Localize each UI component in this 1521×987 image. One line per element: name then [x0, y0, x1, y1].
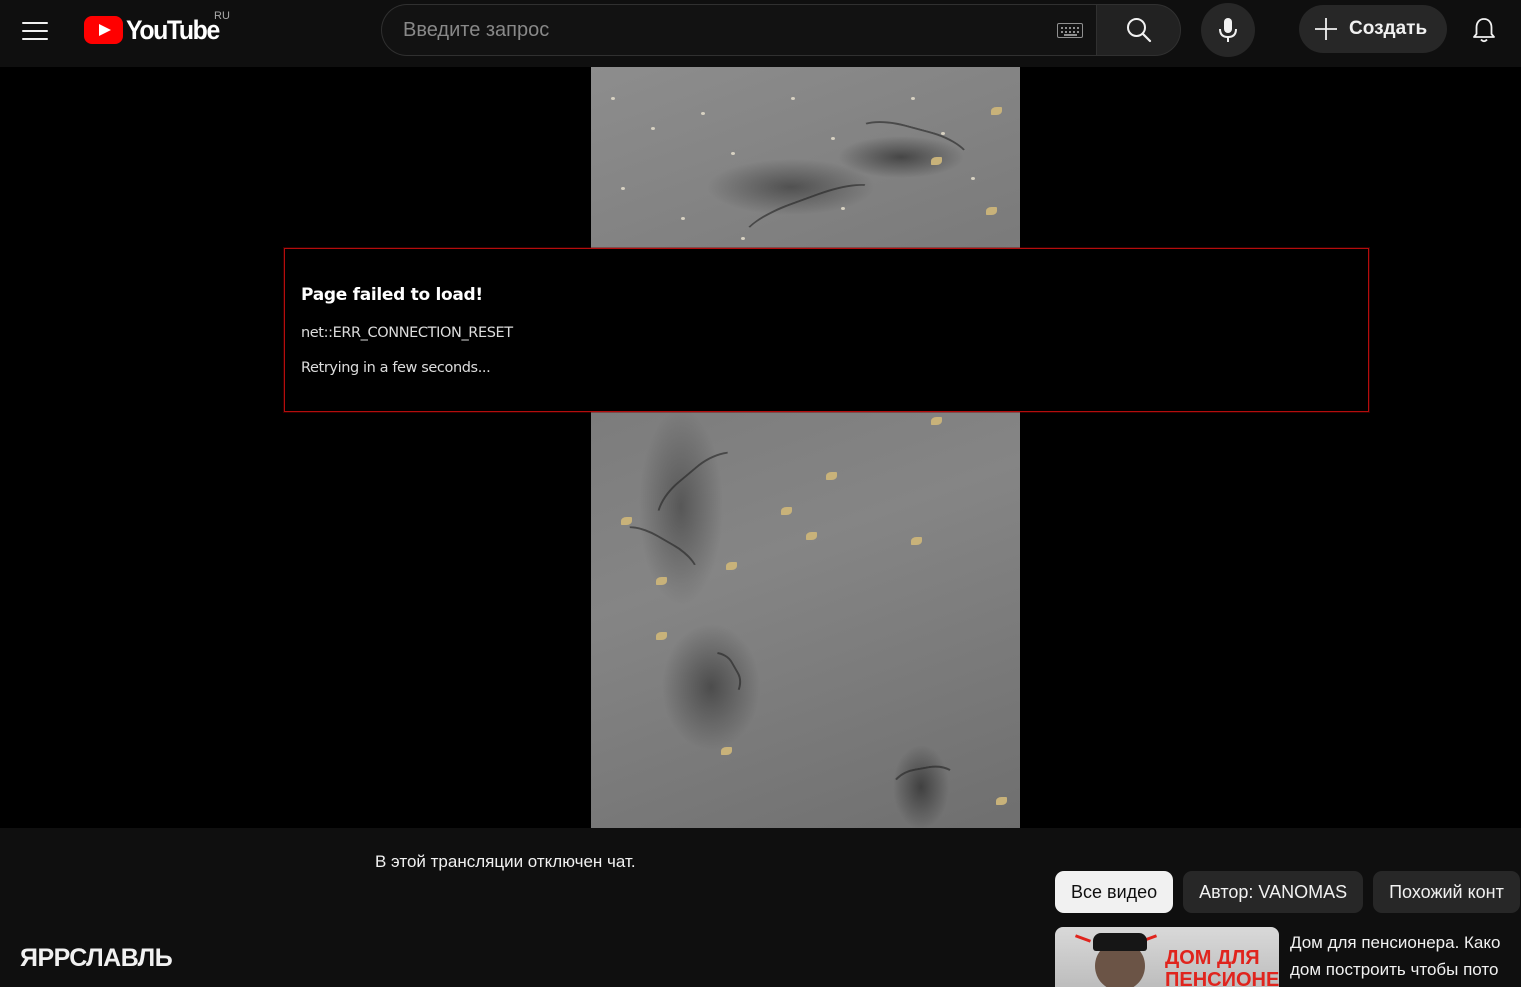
- thumbnail-caption: ДОМ ДЛЯ ПЕНСИОНЕРА: [1165, 947, 1279, 987]
- arrow-icon: [1074, 934, 1092, 943]
- microphone-icon: [1219, 18, 1237, 42]
- chip-author[interactable]: Автор: VANOMAS: [1183, 871, 1364, 913]
- chip-all-videos[interactable]: Все видео: [1055, 871, 1174, 913]
- notifications-button[interactable]: [1466, 12, 1502, 48]
- country-code: RU: [214, 10, 230, 22]
- video-frame: [591, 67, 1020, 828]
- youtube-play-icon: [84, 16, 123, 44]
- video-title: ЯРРСЛАВЛЬ: [20, 944, 173, 972]
- keyboard-icon[interactable]: [1057, 23, 1083, 38]
- menu-icon[interactable]: [22, 16, 52, 46]
- error-code: net::ERR_CONNECTION_RESET: [301, 325, 513, 341]
- related-filter-chips: Все видео Автор: VANOMAS Похожий конт: [1055, 871, 1520, 913]
- video-player[interactable]: Page failed to load! net::ERR_CONNECTION…: [0, 67, 1521, 828]
- logo-text: YouTube: [126, 14, 220, 45]
- error-title: Page failed to load!: [301, 285, 483, 305]
- search-icon: [1126, 18, 1151, 43]
- search-input[interactable]: [381, 4, 1096, 56]
- related-video-thumbnail[interactable]: ДОМ ДЛЯ ПЕНСИОНЕРА: [1055, 927, 1279, 987]
- related-video-title[interactable]: Дом для пенсионера. Како дом построить ч…: [1290, 929, 1521, 983]
- youtube-logo[interactable]: YouTube RU: [84, 10, 230, 47]
- create-button[interactable]: Создать: [1299, 5, 1447, 53]
- search-bar: [381, 4, 1181, 56]
- error-retry-message: Retrying in a few seconds...: [301, 360, 491, 376]
- chip-similar[interactable]: Похожий конт: [1373, 871, 1520, 913]
- voice-search-button[interactable]: [1201, 3, 1255, 57]
- error-dialog: Page failed to load! net::ERR_CONNECTION…: [284, 248, 1369, 412]
- hat-image: [1093, 933, 1147, 951]
- bell-icon: [1473, 18, 1495, 43]
- chat-disabled-message: В этой трансляции отключен чат.: [375, 852, 636, 871]
- masthead: YouTube RU Создать: [0, 0, 1521, 67]
- plus-icon: [1315, 18, 1337, 40]
- search-button[interactable]: [1096, 4, 1181, 56]
- create-button-label: Создать: [1349, 18, 1428, 39]
